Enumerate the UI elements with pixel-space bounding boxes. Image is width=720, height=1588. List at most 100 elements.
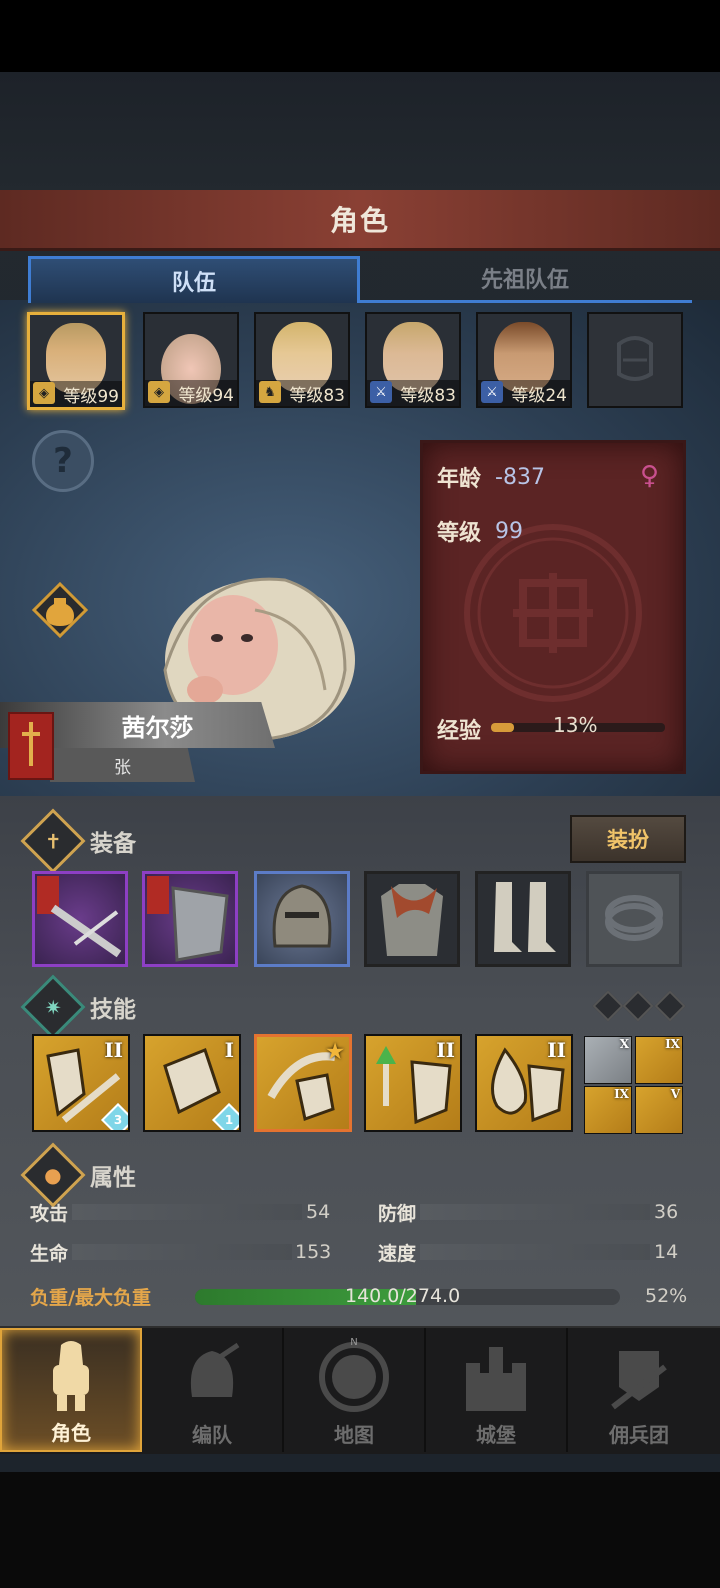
level-row: 等级 99 bbox=[437, 515, 523, 547]
castle-icon bbox=[466, 1347, 526, 1411]
tab-bar: 队伍 先祖队伍 bbox=[28, 256, 692, 304]
xp-percent: 13% bbox=[553, 713, 598, 737]
sword-section-icon: ✝ bbox=[20, 808, 86, 874]
skill-slot[interactable]: I 1 bbox=[143, 1034, 241, 1132]
defense-label: 防御 bbox=[378, 1202, 417, 1225]
bottom-nav: 角色 编队 N 地图 城堡 佣兵团 bbox=[0, 1326, 720, 1454]
sword-class-icon: ⚔ bbox=[370, 381, 392, 403]
skill-rank: II bbox=[547, 1038, 566, 1062]
formation-helmet-icon bbox=[190, 1342, 240, 1397]
shield-icon bbox=[147, 876, 229, 962]
potion-button[interactable] bbox=[31, 581, 89, 639]
nav-mercenary[interactable]: 佣兵团 bbox=[568, 1328, 710, 1452]
mini-skill-slot[interactable]: X bbox=[584, 1036, 632, 1084]
family-name: 张 bbox=[114, 757, 131, 778]
female-gender-icon: ♀ bbox=[639, 461, 659, 491]
party-portrait[interactable]: 等级24 ⚔ bbox=[476, 312, 572, 408]
knight-icon bbox=[53, 1341, 89, 1411]
mini-skill-rank: IX bbox=[665, 1037, 680, 1051]
page-title: 角色 bbox=[329, 204, 390, 237]
family-name-plate: 张 bbox=[50, 748, 195, 782]
attributes-header: ● 属性 bbox=[20, 1142, 136, 1208]
skill-level: 3 bbox=[113, 1113, 123, 1127]
xp-label: 经验 bbox=[437, 719, 482, 744]
party-portrait[interactable]: 等级99 ◈ bbox=[27, 312, 125, 410]
nav-castle-label: 城堡 bbox=[476, 1423, 516, 1447]
mini-skill-rank: IX bbox=[614, 1087, 629, 1101]
skills-header: ✷ 技能 bbox=[20, 974, 136, 1040]
skills-title: 技能 bbox=[90, 997, 136, 1023]
carry-weight-value: 140.0/274.0 bbox=[345, 1285, 461, 1307]
defense-bar bbox=[420, 1204, 650, 1220]
speed-value: 14 bbox=[654, 1241, 679, 1263]
chainmail-armor-icon bbox=[381, 884, 443, 956]
dress-up-button[interactable]: 装扮 bbox=[570, 815, 686, 863]
equipment-header: ✝ 装备 bbox=[20, 808, 136, 874]
mini-skill-rank: V bbox=[670, 1087, 680, 1101]
boots-icon bbox=[494, 882, 556, 952]
help-button[interactable]: ? bbox=[32, 430, 94, 492]
weapon-slot[interactable] bbox=[32, 871, 128, 967]
shield-class-icon: ◈ bbox=[33, 382, 55, 404]
tab-team[interactable]: 队伍 bbox=[28, 256, 360, 303]
potion-icon bbox=[31, 581, 89, 639]
ring-icon bbox=[605, 895, 663, 941]
celtic-knot-emblem bbox=[464, 524, 642, 702]
xp-row: 经验 bbox=[437, 713, 481, 745]
nav-castle[interactable]: 城堡 bbox=[426, 1328, 568, 1452]
empty-helmet-icon bbox=[617, 336, 653, 381]
compass-n: N bbox=[350, 1337, 357, 1348]
level-value: 99 bbox=[495, 518, 524, 544]
defense-value: 36 bbox=[654, 1201, 679, 1223]
carry-label: 负重/最大负重 bbox=[30, 1286, 151, 1309]
mini-skill-slot[interactable]: IX bbox=[635, 1036, 683, 1084]
age-value: -837 bbox=[495, 464, 545, 490]
skill-rank: II bbox=[436, 1038, 455, 1062]
mini-skill-slot[interactable]: V bbox=[635, 1086, 683, 1134]
mini-skill-slot[interactable]: IX bbox=[584, 1086, 632, 1134]
attributes-title: 属性 bbox=[90, 1165, 136, 1191]
shield-class-icon: ◈ bbox=[148, 381, 170, 403]
skill-slot[interactable]: II 3 bbox=[32, 1034, 130, 1132]
skill-level: 1 bbox=[224, 1113, 234, 1127]
nav-formation[interactable]: 编队 bbox=[142, 1328, 284, 1452]
hp-label: 生命 bbox=[30, 1242, 69, 1265]
boots-slot[interactable] bbox=[475, 871, 571, 967]
title-banner: 角色 bbox=[0, 190, 720, 251]
armor-slot[interactable] bbox=[364, 871, 460, 967]
skill-star-icon: ★ bbox=[326, 1039, 344, 1063]
tab-ancestor-team[interactable]: 先祖队伍 bbox=[358, 256, 692, 303]
star-section-icon: ✷ bbox=[20, 974, 86, 1040]
skill-slot[interactable]: II bbox=[475, 1034, 573, 1132]
nav-map[interactable]: N 地图 bbox=[284, 1328, 426, 1452]
speed-bar bbox=[420, 1244, 650, 1260]
mercenary-banner-icon bbox=[611, 1351, 667, 1410]
helmet-slot[interactable] bbox=[254, 871, 350, 967]
skill-slot[interactable]: ★ bbox=[254, 1034, 352, 1132]
age-label: 年龄 bbox=[437, 467, 482, 492]
system-nav-area bbox=[0, 1472, 720, 1588]
nav-mercenary-label: 佣兵团 bbox=[609, 1423, 669, 1447]
ring-slot-empty[interactable] bbox=[586, 871, 682, 967]
sword-banner-icon bbox=[8, 712, 54, 780]
status-bar-area bbox=[0, 0, 720, 72]
attack-bar bbox=[72, 1204, 302, 1220]
skill-slot[interactable]: II bbox=[364, 1034, 462, 1132]
shield-slot[interactable] bbox=[142, 871, 238, 967]
party-portrait[interactable]: 等级83 ⚔ bbox=[365, 312, 461, 408]
character-name: 茜尔莎 bbox=[121, 713, 194, 742]
hp-value: 153 bbox=[295, 1241, 332, 1263]
nav-map-label: 地图 bbox=[334, 1423, 374, 1447]
skill-rank: II bbox=[104, 1038, 123, 1062]
hp-bar bbox=[72, 1244, 292, 1260]
speed-label: 速度 bbox=[378, 1242, 417, 1265]
party-portrait[interactable]: 等级94 ◈ bbox=[143, 312, 239, 408]
age-row: 年龄 -837 bbox=[437, 461, 545, 493]
spear-icon bbox=[37, 876, 122, 958]
character-info-panel: 年龄 -837 ♀ 等级 99 经验 13% bbox=[420, 440, 686, 774]
party-portrait-empty[interactable] bbox=[587, 312, 683, 408]
party-portrait[interactable]: 等级83 ♞ bbox=[254, 312, 350, 408]
compass-map-icon: N bbox=[319, 1337, 389, 1412]
nav-character-label: 角色 bbox=[51, 1421, 91, 1445]
nav-character[interactable]: 角色 bbox=[0, 1328, 142, 1452]
